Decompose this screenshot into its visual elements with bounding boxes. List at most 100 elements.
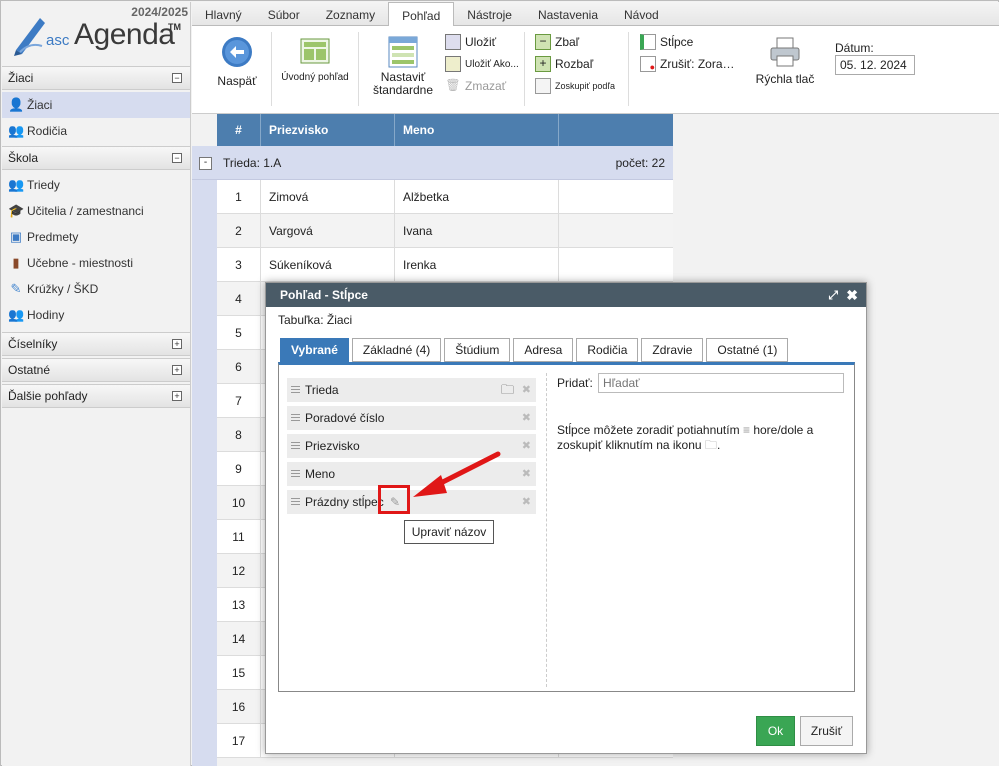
column-item[interactable]: Poradové číslo ✖ bbox=[287, 406, 536, 430]
sidebar-item-clubs[interactable]: ✎ Krúžky / ŠKD bbox=[2, 276, 190, 302]
search-input[interactable] bbox=[598, 373, 844, 393]
home-view-button[interactable]: Úvodný pohľad bbox=[280, 38, 350, 83]
pen-logo-icon bbox=[14, 18, 45, 56]
save-view-button[interactable]: Uložiť bbox=[445, 31, 519, 53]
sidebar-section-students[interactable]: Žiaci − bbox=[2, 66, 190, 90]
remove-icon[interactable]: ✖ bbox=[522, 490, 531, 514]
group-by-button[interactable]: Zoskupiť podľa bbox=[535, 75, 615, 97]
parents-icon: 👥 bbox=[8, 123, 25, 138]
tab-guide[interactable]: Návod bbox=[611, 2, 672, 26]
sidebar-item-subjects[interactable]: ▣ Predmety bbox=[2, 224, 190, 250]
sidebar-item-hours[interactable]: 👥 Hodiny bbox=[2, 302, 190, 328]
collapse-icon[interactable]: − bbox=[172, 73, 182, 83]
expand-all-button[interactable]: + Rozbaľ bbox=[535, 53, 615, 75]
tab-address[interactable]: Adresa bbox=[513, 338, 574, 362]
row-number: 14 bbox=[217, 622, 261, 656]
column-header-surname[interactable]: Priezvisko bbox=[261, 114, 395, 146]
row-name: Irenka bbox=[395, 248, 559, 282]
tab-main[interactable]: Hlavný bbox=[192, 2, 255, 26]
column-item[interactable]: Priezvisko ✖ bbox=[287, 434, 536, 458]
cancel-sort-button[interactable]: ● Zrušiť: Zora… bbox=[640, 53, 735, 75]
sidebar-item-teachers[interactable]: 🎓 Učitelia / zamestnanci bbox=[2, 198, 190, 224]
ok-button[interactable]: Ok bbox=[756, 716, 795, 746]
classes-icon: 👥 bbox=[8, 177, 25, 192]
group-count: počet: 22 bbox=[615, 156, 665, 170]
dialog-tabs: Vybrané Základné (4) Štúdium Adresa Rodi… bbox=[280, 338, 791, 362]
dialog-title-bar[interactable]: Pohľad - Stĺpce ⤢ ✖ bbox=[266, 283, 866, 307]
sidebar-section-more-views[interactable]: Ďalšie pohľady + bbox=[2, 384, 190, 408]
sidebar-item-students[interactable]: 👤 Žiaci bbox=[2, 92, 190, 118]
collapse-group-icon[interactable]: - bbox=[199, 157, 212, 170]
tab-settings[interactable]: Nastavenia bbox=[525, 2, 611, 26]
save-as-button[interactable]: Uložiť Ako... bbox=[445, 53, 519, 75]
tab-parents[interactable]: Rodičia bbox=[576, 338, 639, 362]
column-item[interactable]: Prázdny stĺpec ✎ ✖ bbox=[287, 490, 536, 514]
columns-button[interactable]: Stĺpce bbox=[640, 31, 735, 53]
tab-file[interactable]: Súbor bbox=[255, 2, 313, 26]
cancel-button[interactable]: Zrušiť bbox=[800, 716, 853, 746]
column-item[interactable]: Trieda 🗀 ✖ bbox=[287, 378, 536, 402]
back-button[interactable]: Naspäť bbox=[212, 36, 262, 88]
table-row[interactable]: 2 Vargová Ivana bbox=[217, 214, 673, 248]
expand-icon[interactable]: + bbox=[172, 391, 182, 401]
table-row[interactable]: 1 Zimová Alžbetka bbox=[217, 180, 673, 214]
column-header-empty[interactable] bbox=[559, 114, 673, 146]
group-row[interactable]: - Trieda: 1.A počet: 22 bbox=[192, 146, 673, 180]
sidebar-item-parents[interactable]: 👥 Rodičia bbox=[2, 118, 190, 144]
row-number: 17 bbox=[217, 724, 261, 758]
printer-icon bbox=[770, 37, 800, 67]
row-number: 12 bbox=[217, 554, 261, 588]
row-empty bbox=[559, 214, 673, 248]
remove-icon[interactable]: ✖ bbox=[522, 462, 531, 486]
maximize-icon[interactable]: ⤢ bbox=[828, 283, 838, 307]
row-name: Alžbetka bbox=[395, 180, 559, 214]
tab-other[interactable]: Ostatné (1) bbox=[706, 338, 789, 362]
expand-icon[interactable]: + bbox=[172, 365, 182, 375]
remove-icon[interactable]: ✖ bbox=[522, 434, 531, 458]
remove-icon[interactable]: ✖ bbox=[522, 406, 531, 430]
drag-handle-icon[interactable] bbox=[291, 414, 300, 421]
column-item[interactable]: Meno ✖ bbox=[287, 462, 536, 486]
row-number: 13 bbox=[217, 588, 261, 622]
expand-icon[interactable]: + bbox=[172, 339, 182, 349]
table-row[interactable]: 3 Súkeníková Irenka bbox=[217, 248, 673, 282]
row-number: 4 bbox=[217, 282, 261, 316]
delete-view-button[interactable]: 🗑 Zmazať bbox=[445, 75, 519, 97]
tab-basic[interactable]: Základné (4) bbox=[351, 338, 442, 362]
columns-dialog: Pohľad - Stĺpce ⤢ ✖ Tabuľka: Žiaci Vybra… bbox=[265, 282, 867, 754]
column-header-name[interactable]: Meno bbox=[395, 114, 559, 146]
sidebar-section-codelists[interactable]: Číselníky + bbox=[2, 332, 190, 356]
tab-lists[interactable]: Zoznamy bbox=[313, 2, 388, 26]
door-icon: ▮ bbox=[12, 255, 20, 270]
folder-icon[interactable]: 🗀 bbox=[501, 378, 514, 402]
sidebar-item-classes[interactable]: 👥 Triedy bbox=[2, 172, 190, 198]
ribbon: Naspäť Úvodný pohľad Nastaviť štandardne … bbox=[192, 26, 999, 114]
collapse-all-button[interactable]: − Zbaľ bbox=[535, 31, 615, 53]
drag-handle-icon[interactable] bbox=[291, 442, 300, 449]
app-window: 2024/2025 asc Agenda TM Žiaci − 👤 Žiaci 👥 R… bbox=[0, 0, 999, 766]
tab-view[interactable]: Pohľad bbox=[388, 2, 455, 27]
sidebar-item-rooms[interactable]: ▮ Učebne - miestnosti bbox=[2, 250, 190, 276]
tab-health[interactable]: Zdravie bbox=[641, 338, 704, 362]
row-surname: Vargová bbox=[261, 214, 395, 248]
drag-handle-icon[interactable] bbox=[291, 386, 300, 393]
tab-selected[interactable]: Vybrané bbox=[280, 338, 349, 362]
cancel-sort-icon: ● bbox=[640, 56, 656, 72]
drag-handle-icon[interactable] bbox=[291, 498, 300, 505]
sidebar-section-other[interactable]: Ostatné + bbox=[2, 358, 190, 382]
quick-print-button[interactable]: Rýchla tlač bbox=[747, 36, 823, 86]
tab-study[interactable]: Štúdium bbox=[444, 338, 511, 362]
set-default-button[interactable]: Nastaviť štandardne bbox=[368, 36, 438, 97]
row-number: 7 bbox=[217, 384, 261, 418]
collapse-icon[interactable]: − bbox=[172, 153, 182, 163]
save-as-icon bbox=[445, 56, 461, 72]
date-field[interactable]: 05. 12. 2024 bbox=[835, 55, 915, 75]
add-label: Pridať: bbox=[557, 376, 593, 390]
row-surname: Zimová bbox=[261, 180, 395, 214]
remove-icon[interactable]: ✖ bbox=[522, 378, 531, 402]
tab-tools[interactable]: Nástroje bbox=[454, 2, 525, 26]
sidebar-section-school[interactable]: Škola − bbox=[2, 146, 190, 170]
column-header-number[interactable]: # bbox=[217, 114, 261, 146]
close-icon[interactable]: ✖ bbox=[846, 283, 858, 307]
drag-handle-icon[interactable] bbox=[291, 470, 300, 477]
